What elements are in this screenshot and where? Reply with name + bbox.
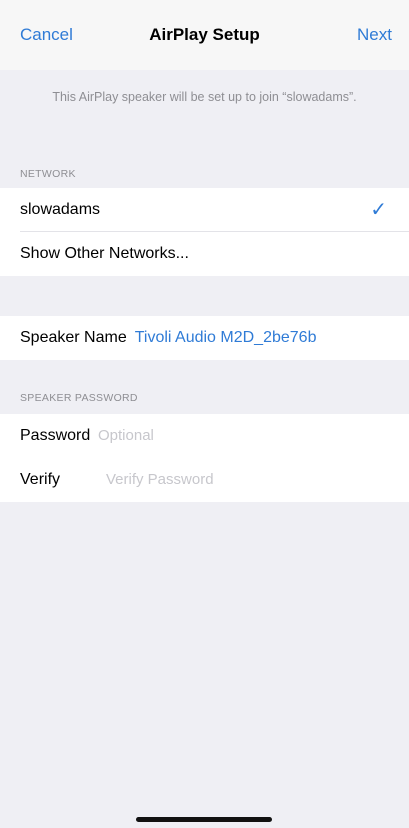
next-button[interactable]: Next	[357, 25, 392, 45]
network-name: slowadams	[20, 201, 101, 218]
navigation-bar: Cancel AirPlay Setup Next	[0, 0, 409, 70]
home-indicator	[136, 817, 272, 822]
speaker-name-row[interactable]: Speaker Name Tivoli Audio M2D_2be76b	[0, 316, 409, 360]
show-other-networks-label: Show Other Networks...	[20, 245, 189, 262]
speaker-name-group: Speaker Name Tivoli Audio M2D_2be76b	[0, 316, 409, 360]
network-row-selected[interactable]: slowadams ✓	[0, 188, 409, 232]
speaker-name-label: Speaker Name	[20, 329, 127, 346]
show-other-networks-button[interactable]: Show Other Networks...	[0, 232, 409, 276]
password-group: Password Verify	[0, 414, 409, 502]
verify-password-input[interactable]	[106, 471, 326, 489]
password-label: Password	[20, 427, 91, 444]
network-group: slowadams ✓ Show Other Networks...	[0, 188, 409, 276]
cancel-button[interactable]: Cancel	[20, 25, 73, 45]
password-input[interactable]	[98, 427, 318, 445]
speaker-password-section-header: SPEAKER PASSWORD	[20, 392, 138, 404]
verify-row: Verify	[0, 458, 409, 502]
password-row: Password	[0, 414, 409, 458]
checkmark-icon: ✓	[370, 199, 387, 221]
speaker-name-value[interactable]: Tivoli Audio M2D_2be76b	[135, 329, 317, 346]
setup-info-text: This AirPlay speaker will be set up to j…	[52, 90, 357, 104]
network-section-header: NETWORK	[20, 168, 76, 180]
verify-label: Verify	[20, 471, 61, 488]
